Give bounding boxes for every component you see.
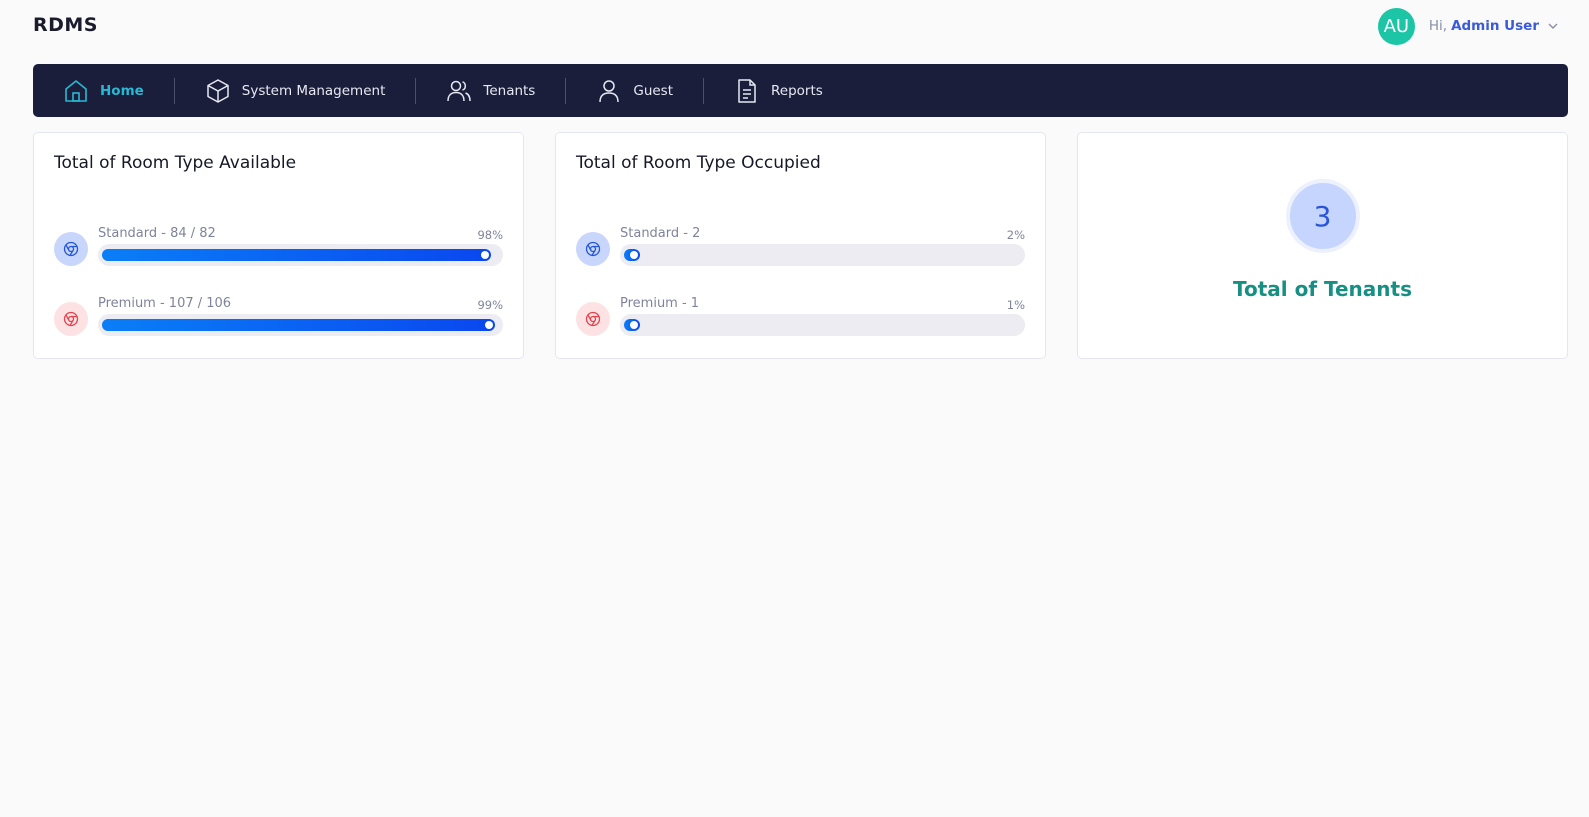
- progress-fill: [624, 319, 640, 331]
- progress-knob: [630, 321, 638, 329]
- progress-track: [620, 244, 1025, 266]
- main-nav: Home System Management Tenants Guest Rep…: [33, 64, 1568, 117]
- user-name: Admin User: [1451, 18, 1539, 34]
- nav-label-guest: Guest: [633, 82, 674, 99]
- chevron-down-icon[interactable]: [1547, 20, 1559, 32]
- row-percent: 98%: [477, 228, 503, 242]
- greeting-text: Hi,: [1428, 18, 1448, 34]
- room-occupied-card: Total of Room Type Occupied Standard - 2…: [555, 132, 1046, 359]
- tenant-label: Total of Tenants: [1233, 277, 1412, 301]
- user-icon: [599, 79, 620, 102]
- row-label: Premium - 107 / 106: [98, 296, 232, 311]
- tenant-count: 3: [1285, 179, 1360, 253]
- progress-knob: [485, 321, 493, 329]
- room-available-card: Total of Room Type Available Standard - …: [33, 132, 524, 359]
- nav-item-tenants[interactable]: Tenants: [446, 64, 535, 117]
- avatar[interactable]: AU: [1377, 7, 1415, 45]
- progress-fill: [102, 249, 491, 261]
- progress-track: [98, 314, 503, 336]
- nav-label-system-management: System Management: [241, 82, 386, 99]
- nav-divider: [173, 77, 175, 104]
- nav-item-system-management[interactable]: System Management: [205, 64, 386, 117]
- cube-icon: [207, 78, 229, 103]
- card-title: Total of Room Type Occupied: [576, 153, 821, 173]
- document-icon: [738, 78, 756, 103]
- row-label: Standard - 2: [620, 226, 701, 241]
- nav-divider: [703, 77, 705, 104]
- row-label: Standard - 84 / 82: [98, 226, 216, 241]
- nav-label-home: Home: [100, 82, 144, 99]
- nav-label-tenants: Tenants: [483, 82, 536, 99]
- chrome-icon: [576, 302, 610, 336]
- card-title: Total of Room Type Available: [54, 153, 297, 173]
- users-icon: [447, 80, 472, 101]
- home-icon: [65, 79, 87, 102]
- tenants-card: 3 Total of Tenants: [1077, 132, 1568, 359]
- brand-logo[interactable]: RDMS: [33, 14, 98, 36]
- chrome-icon: [54, 232, 88, 266]
- progress-row: Premium - 107 / 106 99%: [54, 296, 503, 346]
- row-percent: 1%: [1006, 298, 1025, 312]
- nav-divider: [565, 77, 567, 104]
- progress-row: Standard - 84 / 82 98%: [54, 226, 503, 276]
- progress-fill: [102, 319, 495, 331]
- row-percent: 99%: [477, 298, 503, 312]
- user-greeting[interactable]: Hi, Admin User: [1429, 18, 1539, 34]
- nav-divider: [415, 77, 417, 104]
- progress-knob: [630, 251, 638, 259]
- row-label: Premium - 1: [620, 296, 700, 311]
- progress-row: Premium - 1 1%: [576, 296, 1025, 346]
- progress-knob: [481, 251, 489, 259]
- progress-fill: [624, 249, 640, 261]
- nav-label-reports: Reports: [771, 82, 823, 99]
- progress-track: [620, 314, 1025, 336]
- nav-item-reports[interactable]: Reports: [734, 64, 823, 117]
- chrome-icon: [54, 302, 88, 336]
- chrome-icon: [576, 232, 610, 266]
- row-percent: 2%: [1006, 228, 1025, 242]
- nav-item-guest[interactable]: Guest: [596, 64, 673, 117]
- nav-item-home[interactable]: Home: [63, 64, 144, 117]
- progress-track: [98, 244, 503, 266]
- user-menu[interactable]: AU Hi, Admin User: [1377, 7, 1559, 45]
- progress-row: Standard - 2 2%: [576, 226, 1025, 276]
- top-bar: RDMS AU Hi, Admin User: [0, 0, 1589, 52]
